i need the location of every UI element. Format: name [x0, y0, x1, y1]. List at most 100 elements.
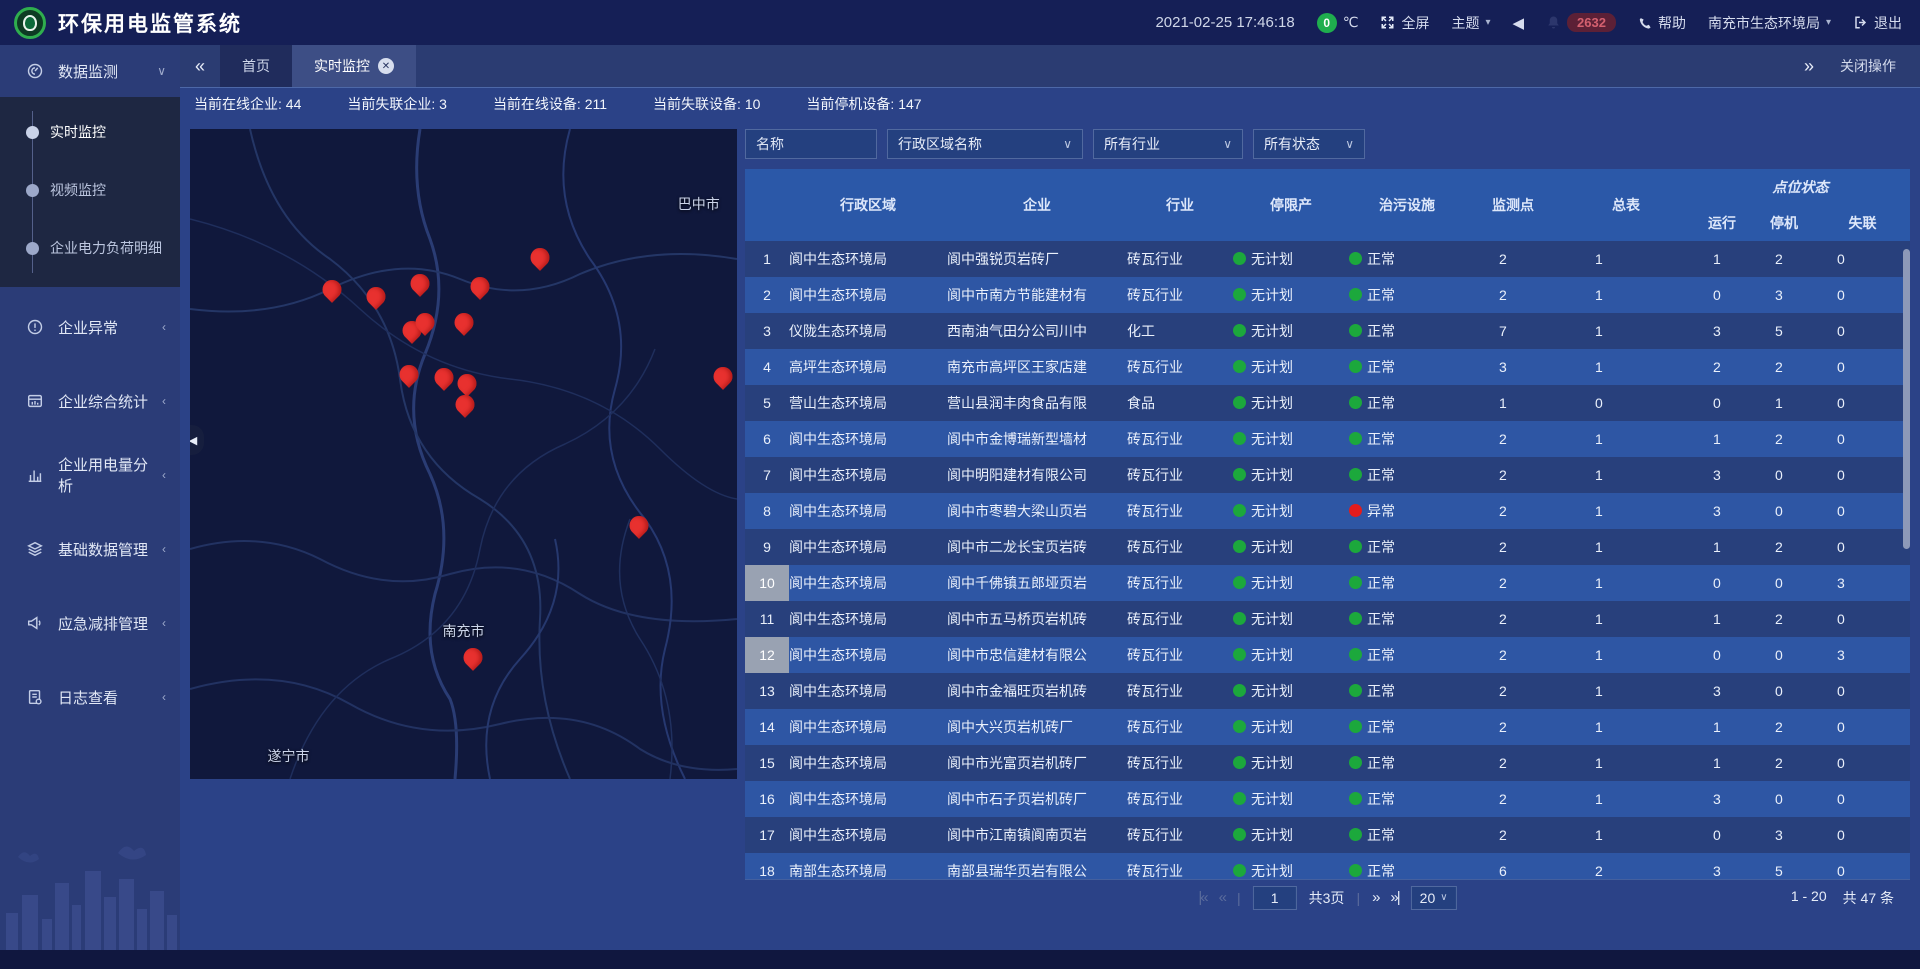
table-row[interactable]: 17阆中生态环境局阆中市江南镇阆南页岩砖瓦行业无计划正常21030: [745, 817, 1910, 853]
table-row[interactable]: 6阆中生态环境局阆中市金博瑞新型墙材砖瓦行业无计划正常21120: [745, 421, 1910, 457]
map-pin-icon[interactable]: [457, 374, 476, 393]
region-filter-select[interactable]: 行政区域名称∨: [887, 129, 1083, 159]
map-pin-icon[interactable]: [416, 312, 435, 331]
theme-dropdown[interactable]: 主题▾: [1451, 13, 1490, 33]
table-row[interactable]: 18南部生态环境局南部县瑞华页岩有限公砖瓦行业无计划正常62350: [745, 853, 1910, 879]
table-scrollbar[interactable]: [1903, 249, 1910, 549]
status-dot-icon: [1233, 648, 1246, 661]
name-filter-field[interactable]: [745, 129, 877, 159]
table-row[interactable]: 7阆中生态环境局阆中明阳建材有限公司砖瓦行业无计划正常21300: [745, 457, 1910, 493]
map-pin-icon[interactable]: [470, 277, 489, 296]
running-cell: 3: [1691, 781, 1753, 817]
status-dot-icon: [1349, 540, 1362, 553]
stop-production-cell: 无计划: [1233, 601, 1349, 637]
table-row[interactable]: 14阆中生态环境局阆中大兴页岩机砖厂砖瓦行业无计划正常21120: [745, 709, 1910, 745]
tab-realtime-monitor[interactable]: 实时监控 ✕: [292, 45, 416, 87]
sound-button[interactable]: ◀: [1513, 14, 1525, 32]
table-row[interactable]: 11阆中生态环境局阆中市五马桥页岩机砖砖瓦行业无计划正常21120: [745, 601, 1910, 637]
company-cell: 西南油气田分公司川中: [947, 313, 1127, 349]
stat-online-enterprises: 当前在线企业: 44: [194, 94, 301, 114]
col-treatment-facility: 治污设施: [1349, 169, 1465, 241]
industry-cell: 砖瓦行业: [1127, 277, 1233, 313]
sidebar-item-log-view[interactable]: 日志查看 ‹: [0, 671, 180, 723]
row-index-cell: 17: [745, 817, 789, 853]
map-pin-icon[interactable]: [456, 395, 475, 414]
page-number-input[interactable]: 1: [1253, 886, 1297, 910]
table-row[interactable]: 8阆中生态环境局阆中市枣碧大梁山页岩砖瓦行业无计划异常21300: [745, 493, 1910, 529]
map-pin-icon[interactable]: [435, 368, 454, 387]
stat-offline-enterprises: 当前失联企业: 3: [347, 94, 447, 114]
double-chevron-right-icon: »: [1804, 56, 1814, 77]
status-dot-icon: [1349, 828, 1362, 841]
org-dropdown[interactable]: 南充市生态环境局▾: [1708, 13, 1831, 33]
table-row[interactable]: 4高坪生态环境局南充市高坪区王家店建砖瓦行业无计划正常31220: [745, 349, 1910, 385]
prev-page-button[interactable]: «: [1219, 889, 1225, 906]
tabs-scroll-right-button[interactable]: »: [1804, 56, 1814, 77]
sidebar-item-realtime-monitor[interactable]: 实时监控: [0, 103, 180, 161]
table-row[interactable]: 10阆中生态环境局阆中千佛镇五郎垭页岩砖瓦行业无计划正常21003: [745, 565, 1910, 601]
table-row[interactable]: 13阆中生态环境局阆中市金福旺页岩机砖砖瓦行业无计划正常21300: [745, 673, 1910, 709]
sidebar-item-enterprise-abnormal[interactable]: 企业异常 ‹: [0, 301, 180, 353]
name-filter-input[interactable]: [756, 136, 866, 152]
status-filter-select[interactable]: 所有状态∨: [1253, 129, 1365, 159]
stop-production-cell: 无计划: [1233, 745, 1349, 781]
tab-home[interactable]: 首页: [220, 45, 292, 87]
help-button[interactable]: 帮助: [1638, 13, 1686, 33]
status-dot-icon: [1233, 828, 1246, 841]
next-page-button[interactable]: »: [1372, 889, 1378, 906]
table-row[interactable]: 16阆中生态环境局阆中市石子页岩机砖厂砖瓦行业无计划正常21300: [745, 781, 1910, 817]
page-size-select[interactable]: 20∨: [1411, 886, 1457, 910]
logout-button[interactable]: 退出: [1853, 13, 1902, 33]
company-cell: 阆中市南方节能建材有: [947, 277, 1127, 313]
treatment-status-cell: 正常: [1349, 313, 1465, 349]
stopped-cell: 2: [1753, 709, 1815, 745]
row-index-cell: 14: [745, 709, 789, 745]
stop-production-cell: 无计划: [1233, 853, 1349, 879]
map-pin-icon[interactable]: [410, 273, 429, 292]
map-pin-icon[interactable]: [454, 312, 473, 331]
col-lost: 失联: [1815, 205, 1910, 241]
map-pin-icon[interactable]: [629, 516, 648, 535]
sidebar-item-power-load-detail[interactable]: 企业电力负荷明细: [0, 219, 180, 277]
map-pin-icon[interactable]: [463, 648, 482, 667]
map-pin-icon[interactable]: [366, 286, 385, 305]
first-page-button[interactable]: |«: [1198, 889, 1206, 906]
company-cell: 阆中市金福旺页岩机砖: [947, 673, 1127, 709]
total-pages-label: 共3页: [1309, 888, 1345, 908]
sidebar-item-data-monitor[interactable]: 数据监测 ∨: [0, 45, 180, 97]
last-page-button[interactable]: »|: [1390, 889, 1398, 906]
industry-filter-select[interactable]: 所有行业∨: [1093, 129, 1243, 159]
col-total-meters: 总表: [1561, 169, 1691, 241]
sidebar-item-base-data[interactable]: 基础数据管理 ‹: [0, 523, 180, 575]
map-pin-icon[interactable]: [323, 280, 342, 299]
sidebar: 数据监测 ∨ 实时监控 视频监控 企业电力负荷明细 企业异常 ‹ 企业综合统计 …: [0, 45, 180, 950]
map[interactable]: ◀ 巴中市南充市遂宁市: [190, 129, 737, 779]
stats-bar: 当前在线企业: 44 当前失联企业: 3 当前在线设备: 211 当前失联设备:…: [180, 87, 1920, 119]
table-row[interactable]: 15阆中生态环境局阆中市光富页岩机砖厂砖瓦行业无计划正常21120: [745, 745, 1910, 781]
monitor-points-cell: 2: [1465, 673, 1561, 709]
close-tab-icon[interactable]: ✕: [378, 58, 394, 74]
table-row[interactable]: 9阆中生态环境局阆中市二龙长宝页岩砖砖瓦行业无计划正常21120: [745, 529, 1910, 565]
alerts-indicator[interactable]: 2632: [1546, 13, 1616, 32]
treatment-status-cell: 正常: [1349, 601, 1465, 637]
table-row[interactable]: 5营山生态环境局营山县润丰肉食品有限食品无计划正常10010: [745, 385, 1910, 421]
region-cell: 南部生态环境局: [789, 853, 947, 879]
table-row[interactable]: 3仪陇生态环境局西南油气田分公司川中化工无计划正常71350: [745, 313, 1910, 349]
stop-production-cell: 无计划: [1233, 493, 1349, 529]
stat-offline-devices: 当前失联设备: 10: [653, 94, 760, 114]
company-cell: 阆中市石子页岩机砖厂: [947, 781, 1127, 817]
table-row[interactable]: 2阆中生态环境局阆中市南方节能建材有砖瓦行业无计划正常21030: [745, 277, 1910, 313]
close-operations-button[interactable]: 关闭操作: [1840, 56, 1896, 76]
map-pin-icon[interactable]: [714, 367, 733, 386]
map-pin-icon[interactable]: [531, 247, 550, 266]
table-row[interactable]: 12阆中生态环境局阆中市忠信建材有限公砖瓦行业无计划正常21003: [745, 637, 1910, 673]
fullscreen-button[interactable]: 全屏: [1380, 13, 1429, 33]
sidebar-item-video-monitor[interactable]: 视频监控: [0, 161, 180, 219]
table-row[interactable]: 1阆中生态环境局阆中强锐页岩砖厂砖瓦行业无计划正常21120: [745, 241, 1910, 277]
sidebar-item-enterprise-stats[interactable]: 企业综合统计 ‹: [0, 375, 180, 427]
treatment-status-cell: 正常: [1349, 853, 1465, 879]
sidebar-item-emergency-reduction[interactable]: 应急减排管理 ‹: [0, 597, 180, 649]
sidebar-item-power-analysis[interactable]: 企业用电量分析 ‹: [0, 449, 180, 501]
map-pin-icon[interactable]: [399, 364, 418, 383]
tabs-scroll-left-button[interactable]: «: [180, 45, 220, 87]
